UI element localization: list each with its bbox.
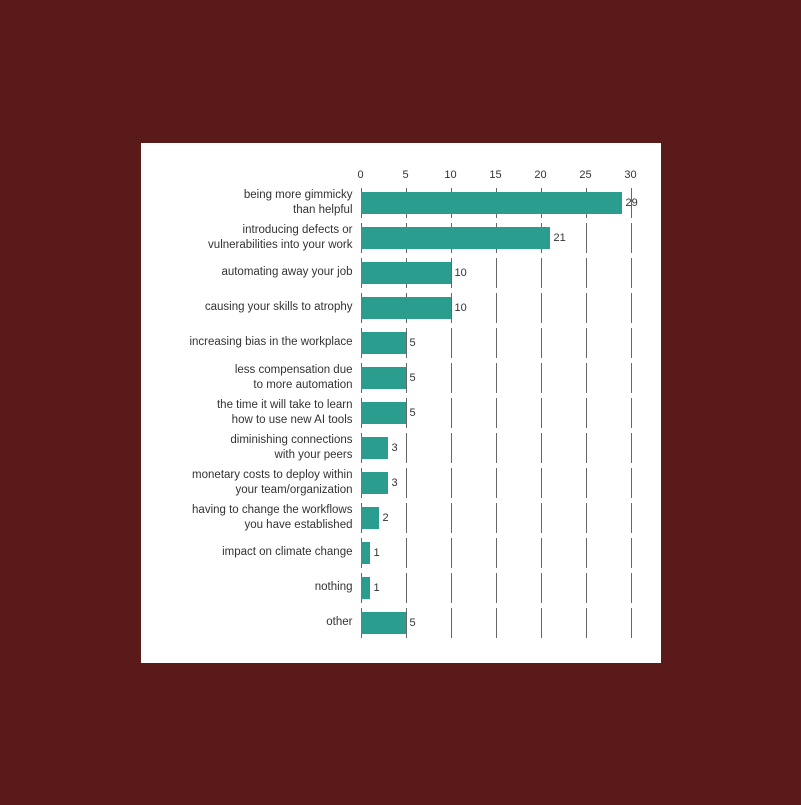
- bar-value: 2: [383, 512, 389, 524]
- chart-row: increasing bias in the workplace5: [151, 328, 631, 358]
- chart-row: causing your skills to atrophy10: [151, 293, 631, 323]
- axis-tick-0: 0: [357, 169, 363, 181]
- bar-value: 10: [455, 302, 467, 314]
- bar: 3: [361, 472, 388, 494]
- bar-label: automating away your job: [151, 265, 361, 279]
- bar-label: the time it will take to learnhow to use…: [151, 398, 361, 427]
- bar-label: being more gimmickythan helpful: [151, 188, 361, 217]
- bar: 1: [361, 577, 370, 599]
- bar: 5: [361, 332, 406, 354]
- bar-label: causing your skills to atrophy: [151, 300, 361, 314]
- axis-tick-15: 15: [489, 169, 501, 181]
- bar-label: increasing bias in the workplace: [151, 335, 361, 349]
- bar: 5: [361, 612, 406, 634]
- bar-value: 21: [554, 232, 566, 244]
- chart-row: the time it will take to learnhow to use…: [151, 398, 631, 428]
- bar-label: monetary costs to deploy withinyour team…: [151, 468, 361, 497]
- axis-tick-10: 10: [444, 169, 456, 181]
- bar-value: 3: [392, 477, 398, 489]
- chart-container: 0 5 10 15 20 25 30 being more gimmickyth…: [141, 143, 661, 663]
- bar-label: introducing defects orvulnerabilities in…: [151, 223, 361, 252]
- chart-row: impact on climate change1: [151, 538, 631, 568]
- axis-tick-5: 5: [402, 169, 408, 181]
- chart-row: monetary costs to deploy withinyour team…: [151, 468, 631, 498]
- bar: 3: [361, 437, 388, 459]
- axis-tick-30: 30: [624, 169, 636, 181]
- bar: 1: [361, 542, 370, 564]
- bar: 10: [361, 297, 451, 319]
- bar: 5: [361, 402, 406, 424]
- chart-row: having to change the workflowsyou have e…: [151, 503, 631, 533]
- bars-container: being more gimmickythan helpful29introdu…: [151, 188, 631, 638]
- bar-value: 3: [392, 442, 398, 454]
- bar-value: 5: [410, 407, 416, 419]
- bar-value: 5: [410, 372, 416, 384]
- chart-row: less compensation dueto more automation5: [151, 363, 631, 393]
- chart-row: being more gimmickythan helpful29: [151, 188, 631, 218]
- chart-row: automating away your job10: [151, 258, 631, 288]
- chart-row: other5: [151, 608, 631, 638]
- bar-value: 5: [410, 617, 416, 629]
- bar-label: diminishing connectionswith your peers: [151, 433, 361, 462]
- bar-label: less compensation dueto more automation: [151, 363, 361, 392]
- bar: 21: [361, 227, 550, 249]
- chart-row: introducing defects orvulnerabilities in…: [151, 223, 631, 253]
- bar: 10: [361, 262, 451, 284]
- bar-label: nothing: [151, 580, 361, 594]
- bar-value: 5: [410, 337, 416, 349]
- chart-row: diminishing connectionswith your peers3: [151, 433, 631, 463]
- bar-label: other: [151, 615, 361, 629]
- chart-row: nothing1: [151, 573, 631, 603]
- axis-tick-20: 20: [534, 169, 546, 181]
- bar-label: impact on climate change: [151, 545, 361, 559]
- bar-value: 10: [455, 267, 467, 279]
- bar-value: 29: [626, 197, 638, 209]
- bar: 2: [361, 507, 379, 529]
- bar-label: having to change the workflowsyou have e…: [151, 503, 361, 532]
- bar: 29: [361, 192, 622, 214]
- axis-tick-25: 25: [579, 169, 591, 181]
- bar-value: 1: [374, 582, 380, 594]
- bar: 5: [361, 367, 406, 389]
- bar-value: 1: [374, 547, 380, 559]
